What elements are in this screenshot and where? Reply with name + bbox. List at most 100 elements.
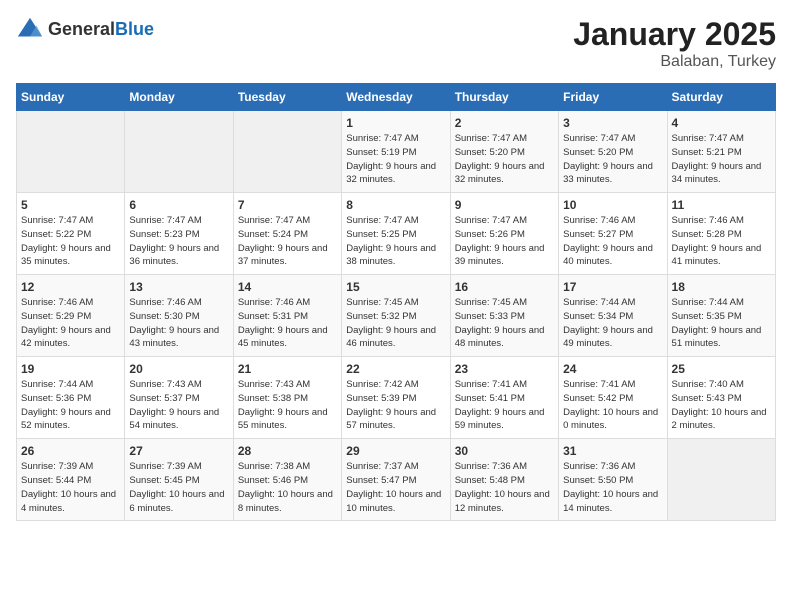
- day-info: Sunrise: 7:41 AM Sunset: 5:42 PM Dayligh…: [563, 378, 662, 433]
- day-number: 16: [455, 280, 554, 294]
- calendar-cell: 25 Sunrise: 7:40 AM Sunset: 5:43 PM Dayli…: [667, 357, 775, 439]
- calendar-cell: 4 Sunrise: 7:47 AM Sunset: 5:21 PM Daylig…: [667, 111, 775, 193]
- day-info: Sunrise: 7:44 AM Sunset: 5:36 PM Dayligh…: [21, 378, 120, 433]
- day-info: Sunrise: 7:45 AM Sunset: 5:32 PM Dayligh…: [346, 296, 445, 351]
- day-info: Sunrise: 7:46 AM Sunset: 5:31 PM Dayligh…: [238, 296, 337, 351]
- calendar-cell: 29 Sunrise: 7:37 AM Sunset: 5:47 PM Dayli…: [342, 439, 450, 521]
- day-number: 21: [238, 362, 337, 376]
- day-info: Sunrise: 7:46 AM Sunset: 5:27 PM Dayligh…: [563, 214, 662, 269]
- calendar-cell: 13 Sunrise: 7:46 AM Sunset: 5:30 PM Dayli…: [125, 275, 233, 357]
- day-info: Sunrise: 7:43 AM Sunset: 5:38 PM Dayligh…: [238, 378, 337, 433]
- day-info: Sunrise: 7:36 AM Sunset: 5:50 PM Dayligh…: [563, 460, 662, 515]
- day-number: 12: [21, 280, 120, 294]
- day-info: Sunrise: 7:47 AM Sunset: 5:21 PM Dayligh…: [672, 132, 771, 187]
- calendar-cell: 5Sunrise: 7:47 AM Sunset: 5:22 PM Daylig…: [17, 193, 125, 275]
- calendar-cell: 11Sunrise: 7:46 AM Sunset: 5:28 PM Dayli…: [667, 193, 775, 275]
- calendar-cell: 3 Sunrise: 7:47 AM Sunset: 5:20 PM Daylig…: [559, 111, 667, 193]
- month-title: January 2025: [573, 16, 776, 53]
- day-info: Sunrise: 7:46 AM Sunset: 5:30 PM Dayligh…: [129, 296, 228, 351]
- title-block: January 2025 Balaban, Turkey: [573, 16, 776, 71]
- calendar-cell: 27Sunrise: 7:39 AM Sunset: 5:45 PM Dayli…: [125, 439, 233, 521]
- day-number: 7: [238, 198, 337, 212]
- header-saturday: Saturday: [667, 84, 775, 111]
- calendar-cell: 31Sunrise: 7:36 AM Sunset: 5:50 PM Dayli…: [559, 439, 667, 521]
- day-number: 22: [346, 362, 445, 376]
- calendar-cell: 21 Sunrise: 7:43 AM Sunset: 5:38 PM Dayli…: [233, 357, 341, 439]
- calendar-cell: 20Sunrise: 7:43 AM Sunset: 5:37 PM Dayli…: [125, 357, 233, 439]
- calendar-cell: 18Sunrise: 7:44 AM Sunset: 5:35 PM Dayli…: [667, 275, 775, 357]
- day-number: 13: [129, 280, 228, 294]
- day-number: 8: [346, 198, 445, 212]
- day-info: Sunrise: 7:47 AM Sunset: 5:19 PM Dayligh…: [346, 132, 445, 187]
- day-number: 18: [672, 280, 771, 294]
- day-number: 3: [563, 116, 662, 130]
- day-number: 6: [129, 198, 228, 212]
- day-info: Sunrise: 7:40 AM Sunset: 5:43 PM Dayligh…: [672, 378, 771, 433]
- calendar-cell: 9 Sunrise: 7:47 AM Sunset: 5:26 PM Daylig…: [450, 193, 558, 275]
- day-info: Sunrise: 7:37 AM Sunset: 5:47 PM Dayligh…: [346, 460, 445, 515]
- calendar-cell: 23 Sunrise: 7:41 AM Sunset: 5:41 PM Dayli…: [450, 357, 558, 439]
- day-number: 19: [21, 362, 120, 376]
- day-number: 15: [346, 280, 445, 294]
- day-number: 24: [563, 362, 662, 376]
- day-info: Sunrise: 7:42 AM Sunset: 5:39 PM Dayligh…: [346, 378, 445, 433]
- day-info: Sunrise: 7:47 AM Sunset: 5:25 PM Dayligh…: [346, 214, 445, 269]
- day-number: 25: [672, 362, 771, 376]
- calendar-cell: 1 Sunrise: 7:47 AM Sunset: 5:19 PM Daylig…: [342, 111, 450, 193]
- calendar-cell: 24 Sunrise: 7:41 AM Sunset: 5:42 PM Dayli…: [559, 357, 667, 439]
- calendar-cell: [125, 111, 233, 193]
- day-number: 1: [346, 116, 445, 130]
- header-monday: Monday: [125, 84, 233, 111]
- calendar-week-1: 1 Sunrise: 7:47 AM Sunset: 5:19 PM Daylig…: [17, 111, 776, 193]
- day-number: 17: [563, 280, 662, 294]
- day-number: 14: [238, 280, 337, 294]
- calendar-week-4: 19 Sunrise: 7:44 AM Sunset: 5:36 PM Dayli…: [17, 357, 776, 439]
- page-header: GeneralBlue January 2025 Balaban, Turkey: [16, 16, 776, 71]
- day-number: 27: [129, 444, 228, 458]
- day-info: Sunrise: 7:46 AM Sunset: 5:28 PM Dayligh…: [672, 214, 771, 269]
- day-number: 29: [346, 444, 445, 458]
- day-number: 30: [455, 444, 554, 458]
- day-info: Sunrise: 7:47 AM Sunset: 5:22 PM Dayligh…: [21, 214, 120, 269]
- calendar-cell: 30Sunrise: 7:36 AM Sunset: 5:48 PM Dayli…: [450, 439, 558, 521]
- day-info: Sunrise: 7:47 AM Sunset: 5:23 PM Dayligh…: [129, 214, 228, 269]
- weekday-header-row: Sunday Monday Tuesday Wednesday Thursday…: [17, 84, 776, 111]
- logo-icon: [16, 16, 44, 44]
- day-number: 9: [455, 198, 554, 212]
- day-number: 2: [455, 116, 554, 130]
- day-info: Sunrise: 7:41 AM Sunset: 5:41 PM Dayligh…: [455, 378, 554, 433]
- day-info: Sunrise: 7:38 AM Sunset: 5:46 PM Dayligh…: [238, 460, 337, 515]
- calendar-cell: 19 Sunrise: 7:44 AM Sunset: 5:36 PM Dayli…: [17, 357, 125, 439]
- calendar-cell: 8 Sunrise: 7:47 AM Sunset: 5:25 PM Daylig…: [342, 193, 450, 275]
- calendar-cell: 22 Sunrise: 7:42 AM Sunset: 5:39 PM Dayli…: [342, 357, 450, 439]
- calendar-cell: 14 Sunrise: 7:46 AM Sunset: 5:31 PM Dayli…: [233, 275, 341, 357]
- day-info: Sunrise: 7:44 AM Sunset: 5:34 PM Dayligh…: [563, 296, 662, 351]
- day-info: Sunrise: 7:47 AM Sunset: 5:26 PM Dayligh…: [455, 214, 554, 269]
- calendar-cell: [667, 439, 775, 521]
- calendar-cell: 12 Sunrise: 7:46 AM Sunset: 5:29 PM Dayli…: [17, 275, 125, 357]
- calendar-cell: 2 Sunrise: 7:47 AM Sunset: 5:20 PM Daylig…: [450, 111, 558, 193]
- calendar-cell: [17, 111, 125, 193]
- calendar-cell: 28 Sunrise: 7:38 AM Sunset: 5:46 PM Dayli…: [233, 439, 341, 521]
- logo: GeneralBlue: [16, 16, 154, 44]
- day-number: 20: [129, 362, 228, 376]
- day-number: 23: [455, 362, 554, 376]
- header-friday: Friday: [559, 84, 667, 111]
- calendar-cell: 26Sunrise: 7:39 AM Sunset: 5:44 PM Dayli…: [17, 439, 125, 521]
- day-number: 28: [238, 444, 337, 458]
- day-info: Sunrise: 7:39 AM Sunset: 5:44 PM Dayligh…: [21, 460, 120, 515]
- day-info: Sunrise: 7:47 AM Sunset: 5:20 PM Dayligh…: [455, 132, 554, 187]
- location-title: Balaban, Turkey: [573, 53, 776, 71]
- day-number: 4: [672, 116, 771, 130]
- header-wednesday: Wednesday: [342, 84, 450, 111]
- calendar-cell: 7 Sunrise: 7:47 AM Sunset: 5:24 PM Daylig…: [233, 193, 341, 275]
- day-info: Sunrise: 7:47 AM Sunset: 5:20 PM Dayligh…: [563, 132, 662, 187]
- day-info: Sunrise: 7:47 AM Sunset: 5:24 PM Dayligh…: [238, 214, 337, 269]
- day-info: Sunrise: 7:46 AM Sunset: 5:29 PM Dayligh…: [21, 296, 120, 351]
- day-info: Sunrise: 7:45 AM Sunset: 5:33 PM Dayligh…: [455, 296, 554, 351]
- calendar-week-2: 5Sunrise: 7:47 AM Sunset: 5:22 PM Daylig…: [17, 193, 776, 275]
- calendar-cell: 6 Sunrise: 7:47 AM Sunset: 5:23 PM Daylig…: [125, 193, 233, 275]
- calendar-week-3: 12 Sunrise: 7:46 AM Sunset: 5:29 PM Dayli…: [17, 275, 776, 357]
- calendar-cell: 10Sunrise: 7:46 AM Sunset: 5:27 PM Dayli…: [559, 193, 667, 275]
- calendar-cell: [233, 111, 341, 193]
